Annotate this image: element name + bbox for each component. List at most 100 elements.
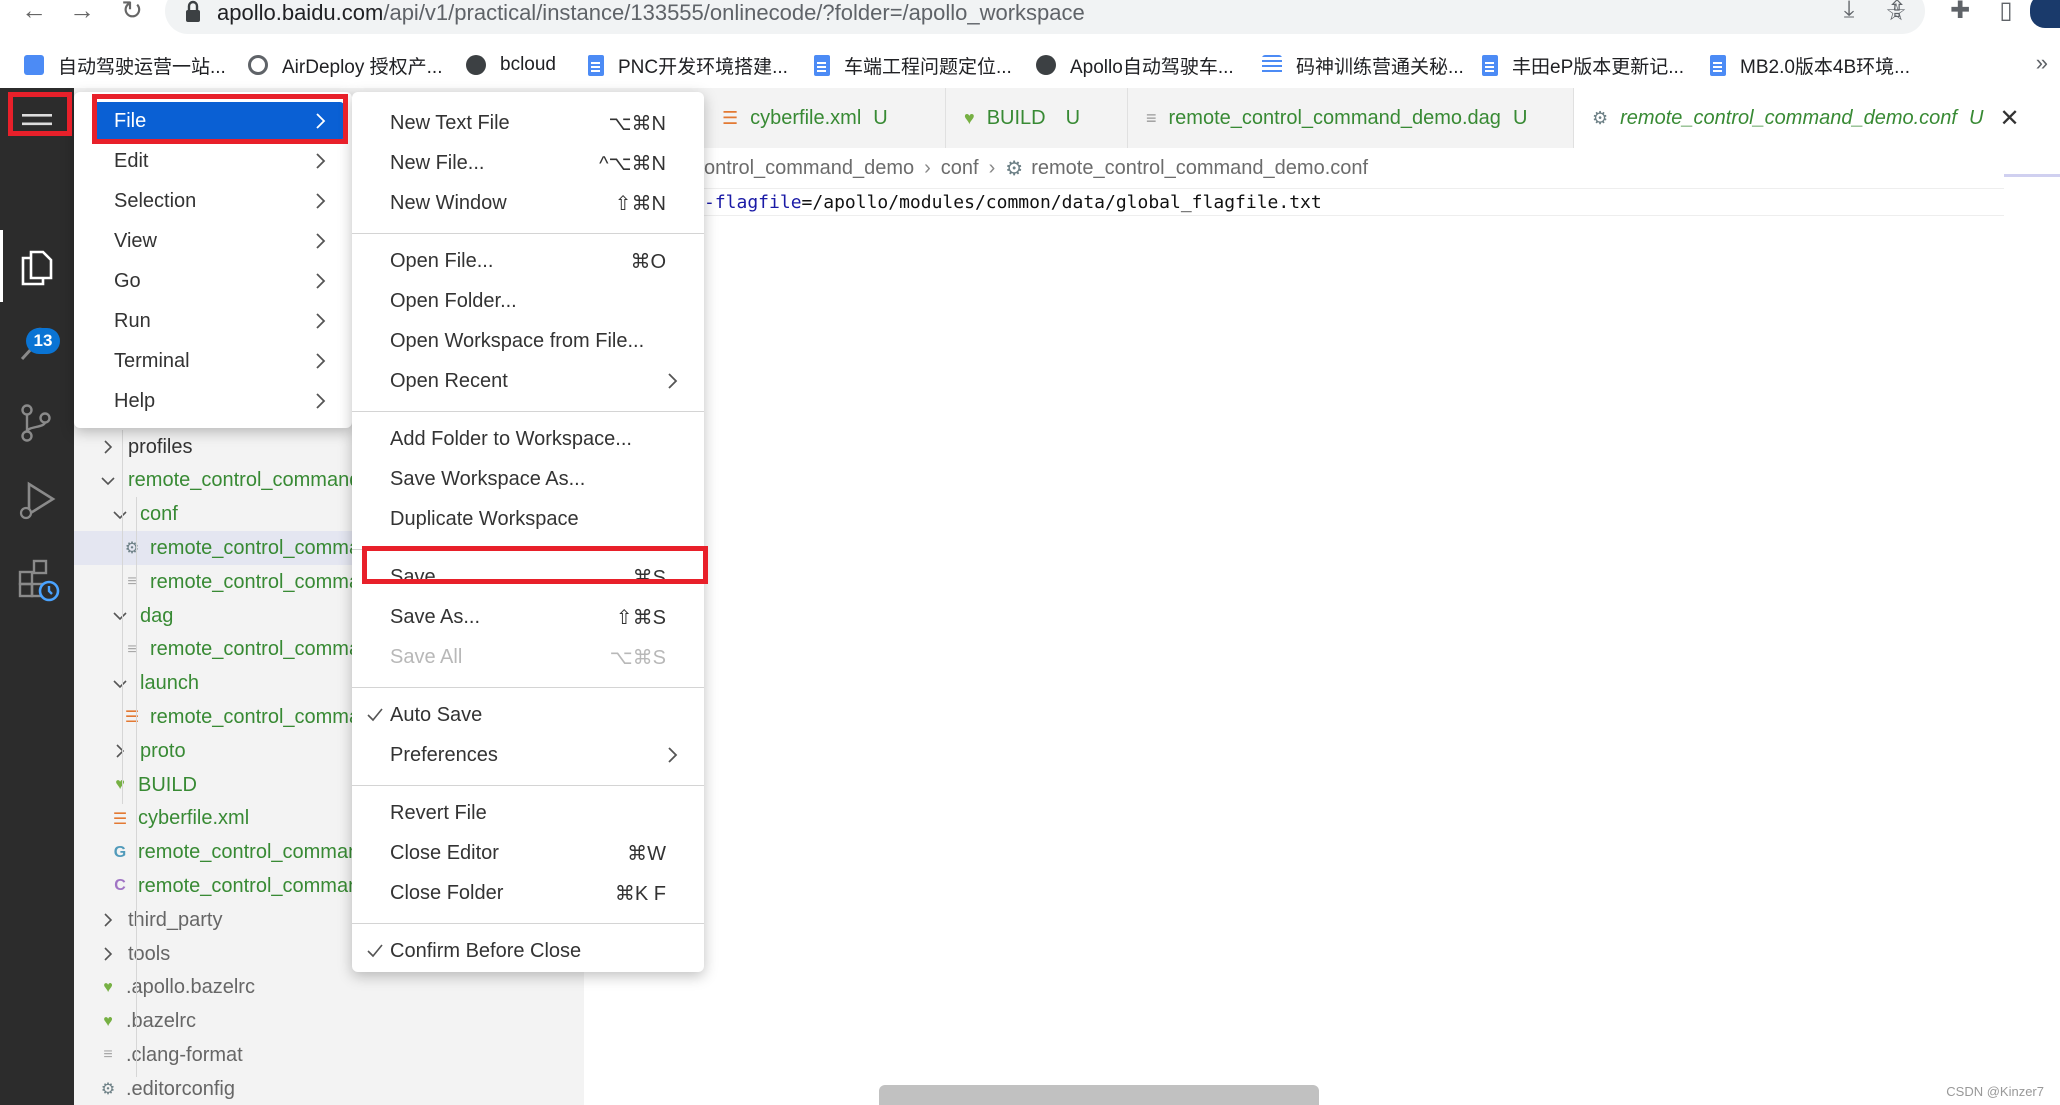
menu-item-label: Edit: [114, 149, 149, 172]
extensions-view-button[interactable]: [0, 540, 74, 612]
menu-item-open-file[interactable]: Open File... ⌘O: [360, 242, 696, 280]
bookmark-item[interactable]: MB2.0版本4B环境...: [1710, 52, 1910, 78]
menu-item-open-folder[interactable]: Open Folder...: [360, 282, 696, 320]
keyboard-shortcut: ⇧⌘S: [615, 606, 666, 629]
tab-build[interactable]: ♥ BUILD U: [946, 88, 1128, 148]
lines-icon: ≡: [103, 1046, 113, 1064]
tab-conf[interactable]: ⚙ remote_control_command_demo.conf U ✕: [1574, 88, 2060, 148]
bookmark-label: 车端工程问题定位...: [844, 56, 1012, 78]
document-icon: [588, 54, 604, 76]
chevron-right-icon: [104, 913, 113, 927]
menu-item-save-all: Save All ⌥⌘S: [360, 638, 696, 676]
run-debug-view-button[interactable]: [0, 462, 74, 534]
menu-item-new-text-file[interactable]: New Text File ⌥⌘N: [360, 104, 696, 142]
menu-item-label: New File...: [390, 151, 485, 174]
lines-icon: ≡: [1146, 107, 1157, 128]
tree-row[interactable]: ♥ .apollo.bazelrc: [74, 971, 584, 1005]
menu-item-run[interactable]: Run: [92, 302, 344, 340]
menu-item-terminal[interactable]: Terminal: [92, 342, 344, 380]
keyboard-shortcut: ⌥⌘N: [608, 112, 667, 135]
reload-icon[interactable]: ↻: [112, 0, 152, 26]
vscode-window: 13 dev profilesremote_control_command_de…: [0, 88, 2060, 1105]
menu-item-label: Open File...: [390, 249, 494, 272]
url-text[interactable]: apollo.baidu.com/api/v1/practical/instan…: [217, 0, 1085, 26]
tab-label: BUILD: [986, 106, 1046, 129]
bookmark-item[interactable]: 码神训练营通关秘...: [1262, 52, 1464, 78]
rss-icon: ☰: [124, 709, 140, 727]
bookmark-item[interactable]: AirDeploy 授权产...: [248, 52, 442, 78]
menu-item-label: Open Folder...: [390, 289, 517, 312]
code-line[interactable]: -flagfile=/apollo/modules/common/data/gl…: [584, 188, 2004, 216]
menu-item-close-editor[interactable]: Close Editor ⌘W: [360, 834, 696, 872]
close-icon[interactable]: ✕: [1999, 104, 2019, 133]
bookmark-item[interactable]: 自动驾驶运营一站...: [24, 52, 226, 78]
tree-row[interactable]: ♥ .bazelrc: [74, 1005, 584, 1039]
minimap[interactable]: [2004, 174, 2060, 177]
tree-row[interactable]: ≡ .clang-format: [74, 1038, 584, 1072]
menu-item-auto-save[interactable]: Auto Save: [360, 696, 696, 734]
document-icon: [1710, 54, 1726, 76]
menu-item-add-folder-to-workspace[interactable]: Add Folder to Workspace...: [360, 420, 696, 458]
tab-label: remote_control_command_demo.dag: [1168, 106, 1501, 129]
menu-item-open-recent[interactable]: Open Recent: [360, 362, 696, 400]
install-app-icon[interactable]: ⤓: [1835, 0, 1863, 26]
bookmark-item[interactable]: Apollo自动驾驶车...: [1036, 52, 1234, 78]
bookmark-item[interactable]: 丰田eP版本更新记...: [1482, 52, 1684, 78]
chevron-right-icon: [104, 947, 113, 961]
breadcrumb-item[interactable]: remote_control_command_demo.conf: [1031, 157, 1368, 180]
menu-item-confirm-before-close[interactable]: Confirm Before Close: [360, 932, 696, 970]
menu-item-open-workspace-from-file[interactable]: Open Workspace from File...: [360, 322, 696, 360]
explorer-view-button[interactable]: [0, 230, 74, 302]
back-icon[interactable]: ←: [14, 0, 54, 26]
files-icon: [21, 250, 53, 286]
bookmark-star-icon[interactable]: ☆: [1880, 0, 1912, 32]
horizontal-scrollbar[interactable]: [879, 1085, 1319, 1105]
side-panel-icon[interactable]: ▯: [1990, 0, 2022, 30]
cpp-icon: G: [113, 843, 127, 861]
chevron-right-icon: [316, 393, 326, 409]
menu-item-selection[interactable]: Selection: [92, 182, 344, 220]
menu-item-edit[interactable]: Edit: [92, 142, 344, 180]
menu-item-new-file[interactable]: New File... ^⌥⌘N: [360, 144, 696, 182]
tree-label: launch: [140, 672, 199, 695]
tab-cyberfile[interactable]: ☰ cyberfile.xml U: [704, 88, 946, 148]
menu-item-preferences[interactable]: Preferences: [360, 736, 696, 774]
tab-dag[interactable]: ≡ remote_control_command_demo.dag U: [1128, 88, 1574, 148]
bookmark-item[interactable]: bcloud: [466, 52, 556, 78]
tree-row[interactable]: ⚙ .editorconfig: [74, 1072, 584, 1105]
bookmarks-overflow-button[interactable]: »: [2036, 50, 2048, 76]
menu-item-help[interactable]: Help: [92, 382, 344, 420]
keyboard-shortcut: ^⌥⌘N: [599, 152, 666, 175]
breadcrumb: ontrol_command_demo › conf › ⚙ remote_co…: [584, 148, 2060, 188]
menu-item-go[interactable]: Go: [92, 262, 344, 300]
address-bar[interactable]: apollo.baidu.com/api/v1/practical/instan…: [165, 0, 1925, 34]
chevron-right-icon: [316, 313, 326, 329]
bookmark-label: 自动驾驶运营一站...: [58, 56, 226, 78]
profile-avatar[interactable]: [2030, 0, 2060, 28]
menu-item-label: Close Editor: [390, 841, 499, 864]
menu-item-new-window[interactable]: New Window ⇧⌘N: [360, 184, 696, 222]
menu-item-view[interactable]: View: [92, 222, 344, 260]
forward-icon[interactable]: →: [62, 0, 102, 26]
menu-item-label: Close Folder: [390, 881, 504, 904]
menu-item-label: Save As...: [390, 605, 481, 628]
menu-item-revert-file[interactable]: Revert File: [360, 794, 696, 832]
breadcrumb-item[interactable]: ontrol_command_demo: [704, 157, 914, 180]
menu-item-save-workspace-as[interactable]: Save Workspace As...: [360, 460, 696, 498]
code-value: /apollo/modules/common/data/global_flagf…: [812, 192, 1322, 213]
source-control-view-button[interactable]: [0, 384, 74, 456]
menu-item-close-folder[interactable]: Close Folder ⌘K F: [360, 874, 696, 912]
menu-item-save-as[interactable]: Save As... ⇧⌘S: [360, 598, 696, 636]
menu-separator: [352, 687, 704, 688]
menu-item-duplicate-workspace[interactable]: Duplicate Workspace: [360, 500, 696, 538]
menu-item-label: Save Workspace As...: [390, 467, 586, 490]
extensions-icon[interactable]: ✚: [1944, 0, 1976, 30]
bookmark-item[interactable]: 车端工程问题定位...: [814, 52, 1012, 78]
breadcrumb-item[interactable]: conf: [941, 157, 979, 180]
menu-item-label: Open Workspace from File...: [390, 329, 645, 352]
bookmark-item[interactable]: PNC开发环境搭建...: [588, 52, 788, 78]
heart-icon: ♥: [964, 107, 975, 128]
globe-icon: [1036, 55, 1056, 75]
menu-item-label: Revert File: [390, 801, 487, 824]
tab-status: U: [1512, 106, 1528, 129]
